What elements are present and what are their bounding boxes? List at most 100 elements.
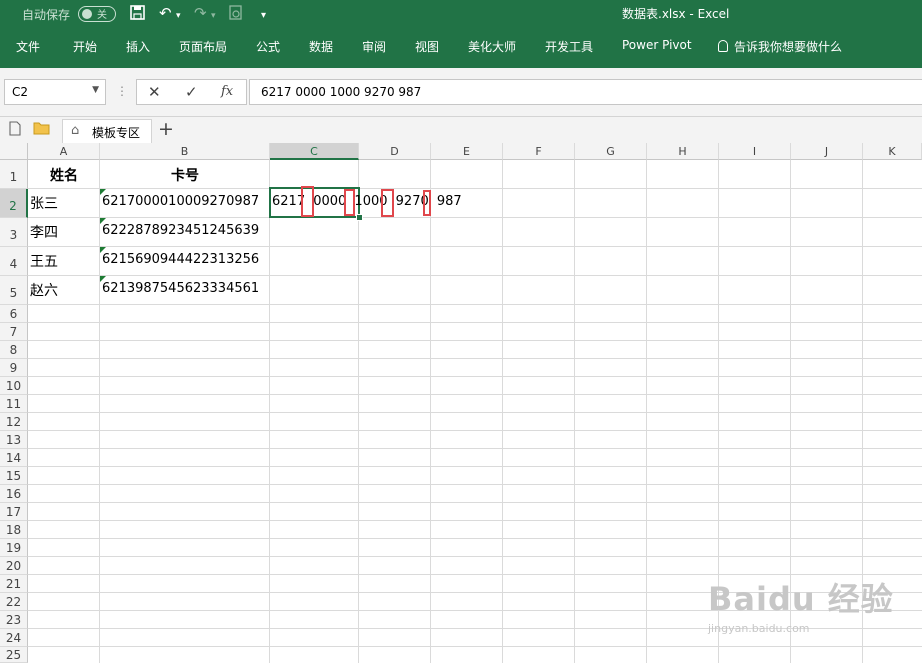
cancel-icon[interactable]: ✕ (148, 83, 161, 101)
row-header-7[interactable]: 7 (0, 323, 28, 341)
column-header-b[interactable]: B (100, 143, 270, 160)
tab-formulas[interactable]: 公式 (256, 38, 280, 55)
enter-icon[interactable]: ✓ (185, 83, 198, 101)
row-header-23[interactable]: 23 (0, 611, 28, 629)
gridline (28, 412, 922, 413)
column-header-i[interactable]: I (719, 143, 791, 160)
row-header-4[interactable]: 4 (0, 247, 28, 276)
row-header-21[interactable]: 21 (0, 575, 28, 593)
fill-handle[interactable] (356, 214, 363, 221)
cell-b2[interactable]: 6217000010009270987 (102, 194, 259, 209)
name-box[interactable]: C2 ▼ (4, 79, 106, 105)
tab-view[interactable]: 视图 (415, 38, 439, 55)
cell-b5[interactable]: 6213987545623334561 (102, 281, 259, 296)
space-highlight (423, 190, 431, 216)
row-header-25[interactable]: 25 (0, 647, 28, 663)
cell-a2[interactable]: 张三 (30, 193, 58, 213)
cell-a5[interactable]: 赵六 (30, 280, 58, 300)
tab-insert[interactable]: 插入 (126, 38, 150, 55)
row-header-18[interactable]: 18 (0, 521, 28, 539)
tab-data[interactable]: 数据 (309, 38, 333, 55)
row-header-16[interactable]: 16 (0, 485, 28, 503)
insert-function-icon[interactable]: fx (221, 84, 233, 99)
gridline (28, 217, 922, 218)
row-header-24[interactable]: 24 (0, 629, 28, 647)
row-header-13[interactable]: 13 (0, 431, 28, 449)
print-preview-icon[interactable] (229, 5, 243, 24)
chevron-down-icon[interactable]: ▼ (92, 85, 99, 95)
tab-file[interactable]: 文件 (16, 38, 40, 55)
folder-icon[interactable] (33, 121, 50, 139)
ribbon: 文件 开始 插入 页面布局 公式 数据 审阅 视图 美化大师 开发工具 Powe… (0, 28, 922, 68)
more-options-icon[interactable]: ⋮ (116, 84, 128, 98)
row-header-14[interactable]: 14 (0, 449, 28, 467)
column-header-g[interactable]: G (575, 143, 647, 160)
row-header-1[interactable]: 1 (0, 160, 28, 189)
formula-input[interactable]: 6217 0000 1000 9270 987 (249, 79, 922, 105)
row-header-2[interactable]: 2 (0, 189, 28, 218)
column-header-d[interactable]: D (359, 143, 431, 160)
name-box-value: C2 (12, 85, 29, 99)
gridline (646, 160, 647, 663)
gridline (28, 376, 922, 377)
autosave-label: 自动保存 (22, 8, 71, 22)
row-header-20[interactable]: 20 (0, 557, 28, 575)
row-header-5[interactable]: 5 (0, 276, 28, 305)
template-tab-label: 模板专区 (92, 126, 141, 140)
column-header-e[interactable]: E (431, 143, 503, 160)
cell-a3[interactable]: 李四 (30, 222, 58, 242)
row-header-10[interactable]: 10 (0, 377, 28, 395)
watermark-brand: Baidu 经验 (708, 580, 894, 618)
column-header-f[interactable]: F (503, 143, 575, 160)
cell-a4[interactable]: 王五 (30, 251, 58, 271)
add-tab-icon[interactable]: + (158, 118, 174, 140)
row-header-15[interactable]: 15 (0, 467, 28, 485)
tab-developer[interactable]: 开发工具 (545, 38, 593, 55)
column-header-k[interactable]: K (863, 143, 922, 160)
gridline (28, 556, 922, 557)
row-header-8[interactable]: 8 (0, 341, 28, 359)
tab-home[interactable]: 开始 (73, 38, 97, 55)
tell-me-search[interactable]: 告诉我你想要做什么 (718, 38, 842, 55)
new-file-icon[interactable] (9, 121, 21, 140)
watermark-url: jingyan.baidu.com (708, 622, 810, 635)
redo-dropdown-icon[interactable]: ▾ (211, 8, 216, 24)
gridline (574, 160, 575, 663)
space-highlight (381, 189, 394, 217)
column-header-j[interactable]: J (791, 143, 863, 160)
select-all-corner[interactable] (0, 143, 28, 160)
cell-b1[interactable]: 卡号 (100, 165, 270, 185)
tab-strip: ⌂ 模板专区 + (0, 117, 922, 144)
row-header-22[interactable]: 22 (0, 593, 28, 611)
autosave-toggle[interactable]: 关 (78, 6, 116, 22)
tab-page-layout[interactable]: 页面布局 (179, 38, 227, 55)
customize-toolbar-icon[interactable]: ▾ (261, 8, 266, 24)
column-header-h[interactable]: H (647, 143, 719, 160)
formula-text: 6217 0000 1000 9270 987 (261, 85, 422, 99)
row-header-3[interactable]: 3 (0, 218, 28, 247)
column-header-c[interactable]: C (270, 143, 359, 160)
tab-review[interactable]: 审阅 (362, 38, 386, 55)
tab-beautify[interactable]: 美化大师 (468, 38, 516, 55)
cell-b4[interactable]: 6215690944422313256 (102, 252, 259, 267)
row-header-6[interactable]: 6 (0, 305, 28, 323)
redo-icon[interactable]: ↷ (194, 5, 207, 21)
gridline (358, 160, 359, 663)
column-header-a[interactable]: A (28, 143, 100, 160)
tab-template-zone[interactable]: ⌂ 模板专区 (62, 119, 152, 143)
row-header-12[interactable]: 12 (0, 413, 28, 431)
row-header-19[interactable]: 19 (0, 539, 28, 557)
undo-icon[interactable]: ↶ (159, 5, 172, 21)
gridline (28, 466, 922, 467)
gridline (28, 394, 922, 395)
tab-power-pivot[interactable]: Power Pivot (622, 38, 692, 52)
title-bar: 自动保存 关 ↶ ▾ ↷ ▾ ▾ 数据表.xlsx - Excel (0, 0, 922, 28)
row-header-17[interactable]: 17 (0, 503, 28, 521)
row-header-11[interactable]: 11 (0, 395, 28, 413)
save-icon[interactable] (130, 5, 145, 23)
undo-dropdown-icon[interactable]: ▾ (176, 8, 181, 24)
cell-a1[interactable]: 姓名 (28, 165, 100, 185)
window-title: 数据表.xlsx - Excel (622, 7, 730, 21)
row-header-9[interactable]: 9 (0, 359, 28, 377)
cell-b3[interactable]: 6222878923451245639 (102, 223, 259, 238)
